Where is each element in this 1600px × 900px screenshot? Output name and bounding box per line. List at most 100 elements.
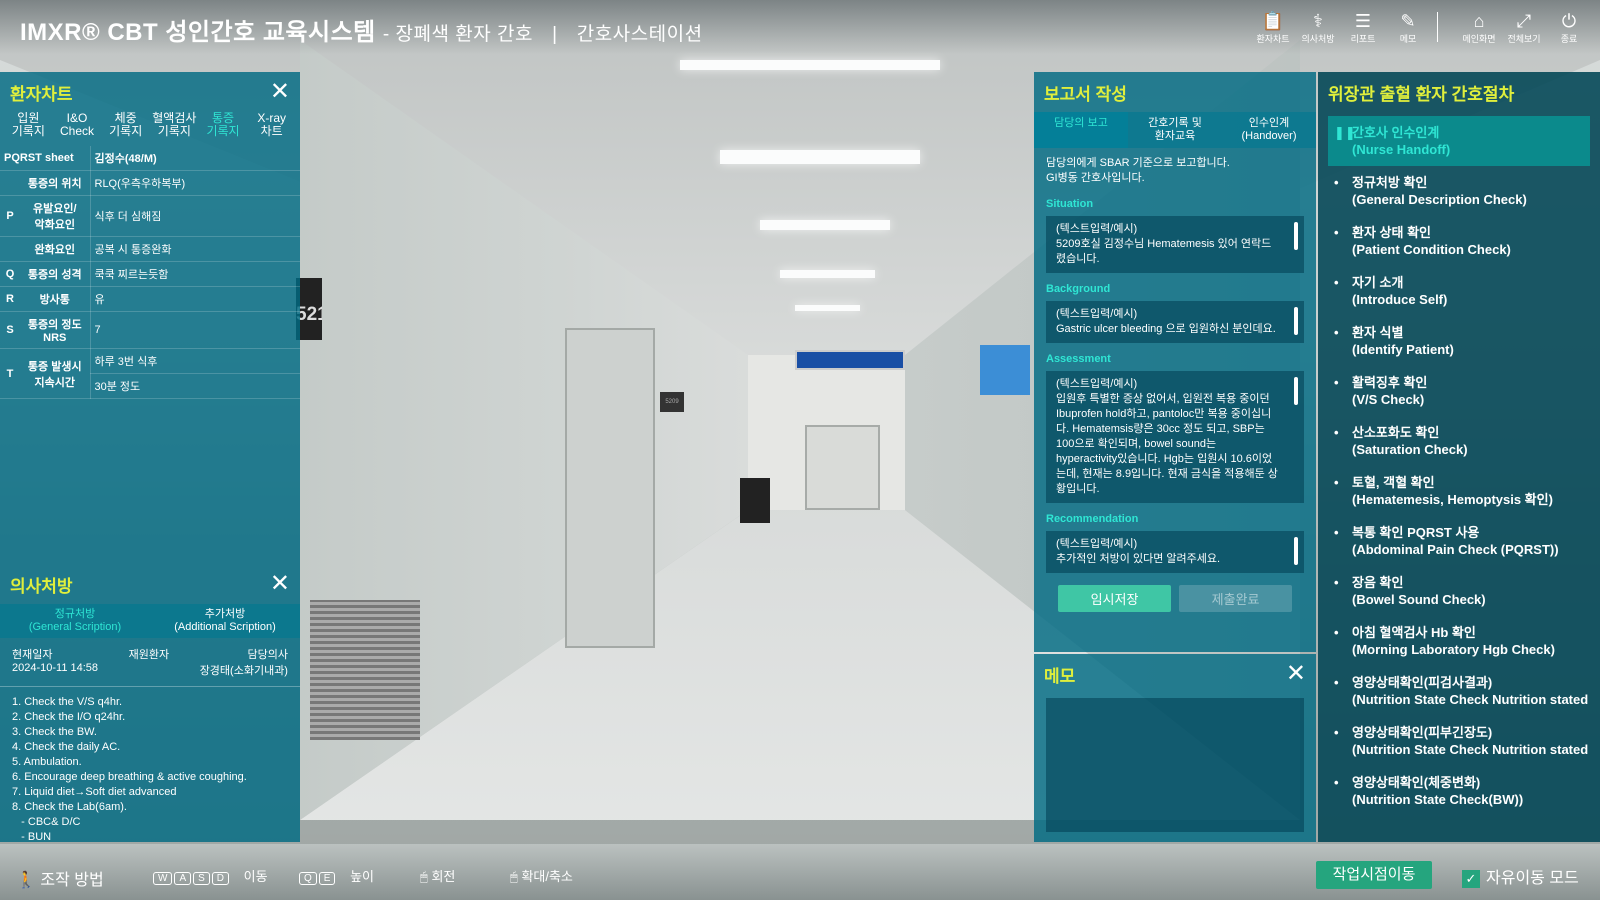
item-subtitle: (Introduce Self) (1352, 292, 1448, 307)
table-row: S 통증의 정도 NRS 7 (0, 311, 300, 349)
item-subtitle: (Morning Laboratory Hgb Check) (1352, 642, 1555, 657)
move-label: 이동 (243, 869, 268, 884)
ceiling-light (780, 270, 875, 278)
free-move-toggle[interactable]: ✓ 자유이동 모드 (1462, 864, 1579, 888)
home-button[interactable]: ⌂ 메인화면 (1457, 10, 1501, 45)
doctor-order-button[interactable]: ⚕ 의사처방 (1296, 10, 1340, 45)
procedure-item[interactable]: • 환자 상태 확인 (Patient Condition Check) (1328, 216, 1590, 266)
tab-weight[interactable]: 체중 기록지 (101, 112, 150, 146)
row-label: 통증 발생시 지속시간 (20, 348, 91, 399)
list-item: 2. Check the I/O q24hr. (12, 711, 126, 723)
row-key (0, 236, 20, 262)
ceiling-light (760, 220, 890, 230)
item-title: 정규처방 확인 (1352, 175, 1428, 190)
wall-vent (310, 600, 420, 740)
table-row: Q 통증의 성격 쿡쿡 찌르는듯함 (0, 261, 300, 287)
item-title: 산소포화도 확인 (1352, 425, 1440, 440)
procedure-item[interactable]: • 정규처방 확인 (General Description Check) (1328, 166, 1590, 216)
pause-icon: ❚❚ (1334, 125, 1356, 140)
panel-header: 환자차트 ✕ (0, 72, 300, 112)
temp-save-button[interactable]: 임시저장 (1058, 585, 1171, 612)
goto-workpoint-button[interactable]: 작업시점이동 (1316, 861, 1432, 889)
tab-admission[interactable]: 입원 기록지 (4, 112, 53, 146)
help-label: 조작 방법 (40, 872, 104, 889)
tab-io-check[interactable]: I&O Check (53, 112, 102, 146)
table-row: R 방사통 유 (0, 286, 300, 312)
back-door (805, 425, 880, 510)
list-item: 3. Check the BW. (12, 726, 97, 738)
tab-additional-scription[interactable]: 추가처방 (Additional Scription) (150, 604, 300, 638)
item-title: 토혈, 객혈 확인 (1352, 475, 1435, 490)
panel-header: 메모 ✕ (1034, 654, 1316, 694)
tab-general-scription[interactable]: 정규처방 (General Scription) (0, 604, 150, 638)
memo-input[interactable] (1046, 698, 1304, 832)
bullet-icon: • (1334, 325, 1339, 340)
procedure-item[interactable]: • 영양상태확인(피검사결과) (Nutrition State Check Nut… (1328, 666, 1590, 716)
tab-pain[interactable]: 통증 기록지 (199, 112, 248, 146)
procedure-item[interactable]: • 환자 식별 (Identify Patient) (1328, 316, 1590, 366)
bullet-icon: • (1334, 575, 1339, 590)
tab-blood-test[interactable]: 혈액검사 기록지 (150, 112, 199, 146)
memo-panel: 메모 ✕ (1034, 654, 1316, 842)
tab-doctor-report[interactable]: 담당의 보고 (1034, 112, 1128, 148)
close-icon[interactable]: ✕ (270, 80, 290, 104)
procedure-item[interactable]: • 아침 혈액검사 Hb 확인 (Morning Laboratory Hgb Ch… (1328, 616, 1590, 666)
report-icon: ☰ (1354, 11, 1372, 31)
close-icon[interactable]: ✕ (270, 572, 290, 596)
report-button[interactable]: ☰ 리포트 (1341, 10, 1385, 45)
item-subtitle: (Patient Condition Check) (1352, 242, 1511, 257)
controls-help[interactable]: 🚶 조작 방법 (16, 866, 104, 890)
background-input[interactable]: (텍스트입력/예시) Gastric ulcer bleeding 으로 입원하… (1046, 301, 1304, 343)
rx-tabs: 정규처방 (General Scription) 추가처방 (Additiona… (0, 604, 300, 638)
memo-button[interactable]: ✎ 메모 (1386, 10, 1430, 45)
row-label: 방사통 (20, 286, 91, 312)
recommendation-input[interactable]: (텍스트입력/예시) 추가적인 처방이 있다면 알려주세요. (1046, 531, 1304, 573)
rotate-label: 회전 (431, 869, 456, 884)
procedure-item[interactable]: • 산소포화도 확인 (Saturation Check) (1328, 416, 1590, 466)
item-title: 자기 소개 (1352, 275, 1404, 290)
tab-handover[interactable]: 인수인계 (Handover) (1222, 112, 1316, 148)
height-label: 높이 (350, 869, 374, 884)
move-controls: WASD 이동 (152, 866, 268, 885)
key-q: Q (299, 872, 317, 885)
procedure-item[interactable]: • 활력징후 확인 (V/S Check) (1328, 366, 1590, 416)
list-item: - CBC& D/C (12, 816, 81, 828)
mouse-wheel-icon: 🖱 (510, 869, 518, 884)
rotate-controls: 🖱 회전 (420, 866, 455, 885)
table-row: 통증의 위치 RLQ(우측우하복부) (0, 170, 300, 196)
zoom-label: 확대/축소 (521, 869, 573, 884)
item-title: 영양상태확인(피검사결과) (1352, 675, 1493, 690)
report-tabs: 담당의 보고 간호기록 및 환자교육 인수인계 (Handover) (1034, 112, 1316, 148)
procedure-item[interactable]: • 자기 소개 (Introduce Self) (1328, 266, 1590, 316)
patient-chart-button[interactable]: 📋 환자차트 (1251, 10, 1295, 45)
bullet-icon: • (1334, 725, 1339, 740)
exit-button[interactable]: ⏻ 종료 (1547, 10, 1591, 45)
fullscreen-button[interactable]: ⤢ 전체보기 (1502, 10, 1546, 45)
procedure-item[interactable]: • 장음 확인 (Bowel Sound Check) (1328, 566, 1590, 616)
submit-button[interactable]: 제출완료 (1179, 585, 1292, 612)
row-label: 완화요인 (20, 236, 91, 262)
item-subtitle: (Nutrition State Check(BW)) (1352, 792, 1524, 807)
panel-title: 메모 (1044, 666, 1076, 686)
app-title: IMXR® CBT 성인간호 교육시스템 - 장폐색 환자 간호 | 간호사스테… (20, 12, 703, 47)
doctor-label: 담당의사 (247, 649, 288, 661)
procedure-item[interactable]: • 영양상태확인(피부긴장도) (Nutrition State Check Nut… (1328, 716, 1590, 766)
cart (740, 478, 770, 523)
row-value: 쿡쿡 찌르는듯함 (90, 261, 300, 287)
close-icon[interactable]: ✕ (1286, 662, 1306, 686)
procedure-item[interactable]: • 토혈, 객혈 확인 (Hematemesis, Hemoptysis 확인) (1328, 466, 1590, 516)
situation-input[interactable]: (텍스트입력/예시) 5209호실 김정수님 Hematemesis 있어 연락… (1046, 216, 1304, 273)
row-value: 공복 시 통증완화 (90, 236, 300, 262)
bullet-icon: • (1334, 175, 1339, 190)
assessment-input[interactable]: (텍스트입력/예시) 입원후 특별한 증상 없어서, 입원전 복용 중이던 Ib… (1046, 371, 1304, 503)
procedure-item[interactable]: • 복통 확인 PQRST 사용 (Abdominal Pain Check (PQ… (1328, 516, 1590, 566)
procedure-item[interactable]: • 영양상태확인(체중변화) (Nutrition State Check(BW)) (1328, 766, 1590, 816)
tab-nursing-record[interactable]: 간호기록 및 환자교육 (1128, 112, 1222, 148)
ceiling-light (720, 150, 920, 164)
rx-date-block: 현재일자 2024-10-11 14:58 (12, 646, 98, 678)
table-row: PQRST sheet 김정수(48/M) (0, 146, 300, 171)
procedure-item[interactable]: ❚❚ 간호사 인수인계 (Nurse Handoff) (1328, 116, 1590, 166)
key-e: E (318, 872, 336, 885)
section-label: Situation (1046, 198, 1094, 210)
tab-xray[interactable]: X-ray 차트 (247, 112, 296, 146)
